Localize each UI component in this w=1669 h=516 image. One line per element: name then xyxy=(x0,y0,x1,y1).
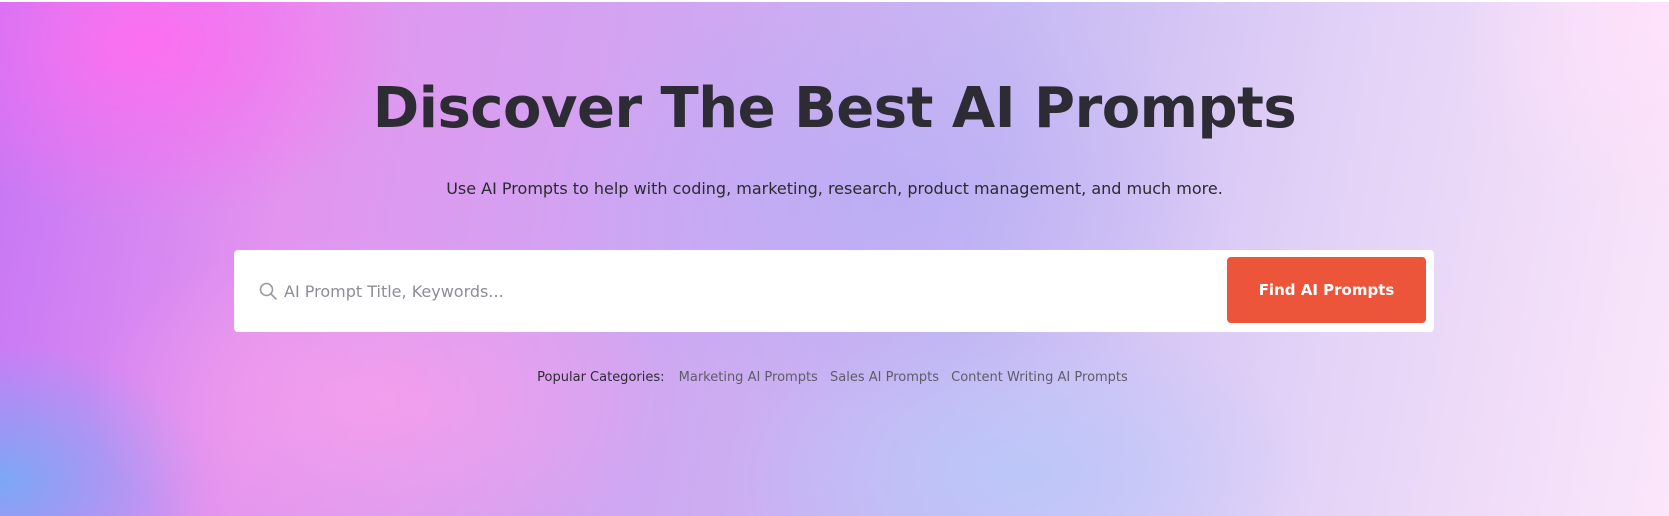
search-input[interactable] xyxy=(284,270,1184,312)
categories-label: Popular Categories: xyxy=(537,370,665,385)
search-bar: Find AI Prompts xyxy=(234,250,1434,332)
page-title: Discover The Best AI Prompts xyxy=(372,76,1297,141)
hero-section: Discover The Best AI Prompts Use AI Prom… xyxy=(0,2,1669,516)
page-subtitle: Use AI Prompts to help with coding, mark… xyxy=(446,179,1223,198)
popular-categories: Popular Categories: Marketing AI Prompts… xyxy=(0,368,1669,388)
category-link-marketing[interactable]: Marketing AI Prompts xyxy=(679,370,818,385)
search-icon xyxy=(258,281,278,301)
category-link-sales[interactable]: Sales AI Prompts xyxy=(830,370,939,385)
find-prompts-button[interactable]: Find AI Prompts xyxy=(1227,257,1426,323)
category-link-content-writing[interactable]: Content Writing AI Prompts xyxy=(951,370,1128,385)
